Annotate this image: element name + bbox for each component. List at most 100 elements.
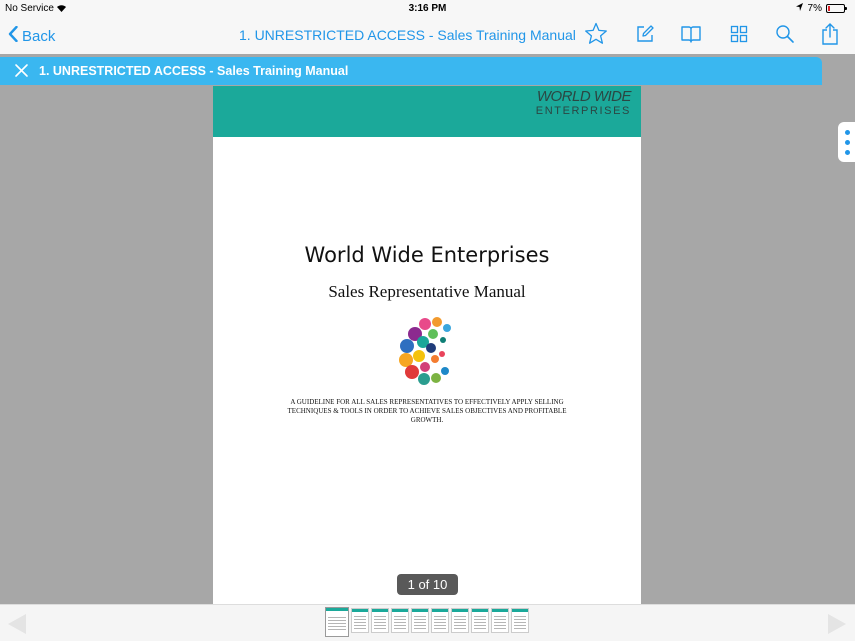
document-page[interactable]: WORLD WIDE ENTERPRISES World Wide Enterp… (213, 86, 641, 604)
thumbnail-line (514, 622, 526, 623)
next-page-icon[interactable] (828, 614, 846, 634)
thumbnail-header (352, 609, 368, 612)
thumbnail-line (514, 619, 526, 620)
star-icon (584, 22, 608, 50)
document-tab[interactable]: 1. UNRESTRICTED ACCESS - Sales Training … (0, 57, 822, 85)
doc-description: A GUIDELINE FOR ALL SALES REPRESENTATIVE… (287, 398, 567, 424)
page-thumbnail[interactable] (411, 608, 429, 633)
thumbnail-line (394, 625, 406, 626)
company-emblem-icon (397, 314, 457, 391)
thumbnail-strip (325, 607, 529, 637)
thumbnail-line (474, 625, 486, 626)
page-thumbnail[interactable] (491, 608, 509, 633)
share-button[interactable] (817, 22, 843, 51)
page-counter: 1 of 10 (397, 574, 458, 595)
tab-label: 1. UNRESTRICTED ACCESS - Sales Training … (39, 64, 349, 78)
thumbnail-line (494, 619, 506, 620)
thumbnail-line (494, 622, 506, 623)
thumbnail-line (328, 629, 346, 630)
thumbnail-line (374, 625, 386, 626)
thumbnail-line (454, 619, 466, 620)
status-bar: No Service 3:16 PM 7% (0, 0, 855, 18)
thumbnail-line (394, 628, 406, 629)
thumbnail-line (374, 619, 386, 620)
close-icon[interactable] (14, 63, 29, 78)
thumbnail-line (394, 616, 406, 617)
side-panel-handle[interactable] (838, 122, 855, 162)
page-thumbnail[interactable] (471, 608, 489, 633)
thumbnail-line (394, 619, 406, 620)
page-thumbnail[interactable] (391, 608, 409, 633)
company-logo-line1: WORLD WIDE (536, 88, 632, 105)
thumbnail-line (454, 616, 466, 617)
back-button[interactable]: Back (8, 24, 55, 48)
thumbnail-line (414, 619, 426, 620)
thumbnail-line (414, 622, 426, 623)
thumbnail-line (494, 625, 506, 626)
page-thumbnail[interactable] (511, 608, 529, 633)
page-thumbnail[interactable] (371, 608, 389, 633)
previous-page-icon[interactable] (8, 614, 26, 634)
back-label: Back (22, 27, 56, 45)
thumbnail-line (434, 628, 446, 629)
search-button[interactable] (772, 23, 798, 49)
thumbnails-button[interactable] (726, 23, 752, 49)
thumbnail-line (414, 628, 426, 629)
thumbnail-header (326, 608, 348, 611)
thumbnail-header (392, 609, 408, 612)
thumbnail-line (454, 622, 466, 623)
battery-icon (826, 4, 847, 13)
thumbnail-line (354, 616, 366, 617)
edit-icon (635, 24, 655, 49)
share-icon (820, 22, 840, 51)
thumbnail-line (434, 616, 446, 617)
company-logo-line2: ENTERPRISES (535, 105, 631, 117)
thumbnail-line (328, 620, 346, 621)
thumbnail-header (492, 609, 508, 612)
thumbnail-line (454, 628, 466, 629)
thumbnail-line (328, 623, 346, 624)
thumbnail-line (434, 622, 446, 623)
thumbnail-line (374, 622, 386, 623)
status-right: 7% (795, 3, 847, 14)
thumbnail-header (412, 609, 428, 612)
thumbnail-line (514, 616, 526, 617)
page-thumbnail[interactable] (451, 608, 469, 633)
page-thumbnail[interactable] (325, 607, 349, 637)
thumbnail-line (474, 622, 486, 623)
location-icon (795, 3, 804, 14)
doc-heading: World Wide Enterprises (304, 243, 550, 267)
thumbnail-line (394, 622, 406, 623)
bookmark-button[interactable] (583, 22, 609, 50)
reading-mode-button[interactable] (678, 23, 704, 49)
thumbnail-header (472, 609, 488, 612)
status-time: 3:16 PM (408, 3, 447, 14)
thumbnail-line (374, 616, 386, 617)
thumbnail-line (514, 625, 526, 626)
thumbnail-line (474, 619, 486, 620)
battery-percent: 7% (807, 3, 822, 14)
thumbnail-line (354, 625, 366, 626)
grid-icon (730, 25, 748, 48)
annotate-button[interactable] (632, 23, 658, 49)
book-icon (680, 24, 702, 49)
thumbnail-header (452, 609, 468, 612)
thumbnail-line (434, 619, 446, 620)
page-thumbnail[interactable] (431, 608, 449, 633)
thumbnail-line (374, 628, 386, 629)
thumbnail-line (354, 619, 366, 620)
thumbnail-line (434, 625, 446, 626)
thumbnail-line (354, 628, 366, 629)
thumbnail-line (494, 616, 506, 617)
chevron-left-icon (8, 25, 22, 46)
more-dot (845, 130, 850, 135)
thumbnail-bar (0, 604, 855, 641)
page-thumbnail[interactable] (351, 608, 369, 633)
thumbnail-line (474, 628, 486, 629)
thumbnail-line (494, 628, 506, 629)
thumbnail-line (474, 616, 486, 617)
thumbnail-header (512, 609, 528, 612)
doc-subheading: Sales Representative Manual (328, 282, 526, 301)
thumbnail-line (514, 628, 526, 629)
page-header-banner: WORLD WIDE ENTERPRISES (213, 86, 641, 137)
